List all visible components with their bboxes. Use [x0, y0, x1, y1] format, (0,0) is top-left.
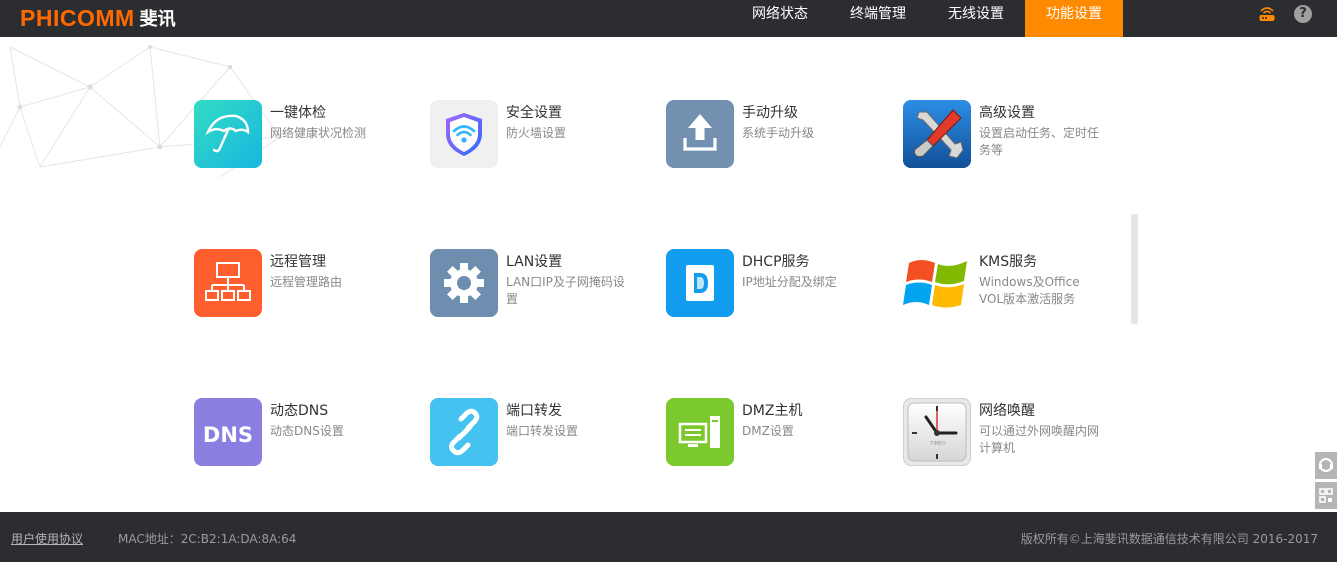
tile-desc: 动态DNS设置 [270, 424, 344, 438]
network-tree-icon [194, 249, 262, 317]
tile-one-click-checkup[interactable]: 一键体检 网络健康状况检测 [194, 100, 414, 190]
tile-title: 高级设置 [979, 105, 1035, 121]
tile-lan-settings[interactable]: LAN设置 LAN口IP及子网掩码设置 [430, 249, 650, 339]
router-icon[interactable] [1258, 5, 1276, 23]
brand-logo-cn: 斐讯 [139, 9, 176, 30]
tile-title: DMZ主机 [742, 403, 803, 419]
tile-title: 手动升级 [742, 105, 798, 121]
tile-title: 安全设置 [506, 105, 562, 121]
tab-device-management[interactable]: 终端管理 [829, 0, 927, 37]
tile-desc: 设置启动任务、定时任务等 [979, 126, 1100, 157]
tools-icon [903, 100, 971, 168]
dhcp-icon [666, 249, 734, 317]
footer: 用户使用协议 MAC地址：2C:B2:1A:DA:8A:64 版权所有©上海斐讯… [0, 512, 1337, 562]
qr-code-icon[interactable] [1315, 482, 1337, 509]
shield-wifi-icon [430, 100, 498, 168]
tile-wake-on-lan[interactable]: TIMEX 网络唤醒 可以通过外网唤醒内网计算机 [903, 398, 1123, 488]
tile-title: 端口转发 [506, 403, 562, 419]
tile-title: KMS服务 [979, 254, 1038, 270]
windows-icon [903, 249, 971, 317]
tile-security-settings[interactable]: 安全设置 防火墙设置 [430, 100, 650, 190]
tile-desc: Windows及Office VOL版本激活服务 [979, 275, 1080, 306]
tile-dmz-host[interactable]: DMZ主机 DMZ设置 [666, 398, 886, 488]
brand-logo-text: PHICOMM [20, 4, 135, 31]
tile-title: 远程管理 [270, 254, 326, 270]
tab-function-settings[interactable]: 功能设置 [1025, 0, 1123, 37]
clock-icon: TIMEX [903, 398, 971, 466]
scrollbar-thumb[interactable] [1131, 214, 1138, 324]
tile-dynamic-dns[interactable]: DNS 动态DNS 动态DNS设置 [194, 398, 414, 488]
tile-port-forwarding[interactable]: 端口转发 端口转发设置 [430, 398, 650, 488]
top-icons: ? [1258, 5, 1312, 23]
tile-desc: 远程管理路由 [270, 275, 343, 289]
tile-title: LAN设置 [506, 254, 563, 270]
tile-manual-upgrade[interactable]: 手动升级 系统手动升级 [666, 100, 886, 190]
dns-icon: DNS [194, 398, 262, 466]
link-icon [430, 398, 498, 466]
tile-title: 网络唤醒 [979, 403, 1035, 419]
tab-network-status[interactable]: 网络状态 [731, 0, 829, 37]
tile-title: DHCP服务 [742, 254, 810, 270]
tile-desc: 可以通过外网唤醒内网计算机 [979, 424, 1100, 455]
tile-advanced-settings[interactable]: 高级设置 设置启动任务、定时任务等 [903, 100, 1123, 190]
main-nav: 网络状态 终端管理 无线设置 功能设置 [731, 0, 1123, 37]
gear-icon [430, 249, 498, 317]
help-icon[interactable]: ? [1294, 5, 1312, 23]
tile-remote-management[interactable]: 远程管理 远程管理路由 [194, 249, 414, 339]
copyright: 版权所有©上海斐讯数据通信技术有限公司 2016-2017 [1020, 532, 1318, 546]
umbrella-icon [194, 100, 262, 168]
svg-text:DNS: DNS [203, 423, 253, 447]
tile-kms-service[interactable]: KMS服务 Windows及Office VOL版本激活服务 [903, 249, 1123, 339]
tile-desc: DMZ设置 [742, 424, 794, 438]
tab-wireless-settings[interactable]: 无线设置 [927, 0, 1025, 37]
upload-icon [666, 100, 734, 168]
tile-desc: 端口转发设置 [506, 424, 579, 438]
user-agreement-link[interactable]: 用户使用协议 [11, 530, 83, 547]
logo[interactable]: PHICOMM 斐讯 [20, 3, 176, 33]
tile-desc: 系统手动升级 [742, 126, 815, 140]
tile-title: 动态DNS [270, 403, 329, 419]
tile-desc: 防火墙设置 [506, 126, 567, 140]
tile-desc: IP地址分配及绑定 [742, 275, 837, 289]
tile-desc: 网络健康状况检测 [270, 126, 367, 140]
tile-dhcp-service[interactable]: DHCP服务 IP地址分配及绑定 [666, 249, 886, 339]
customer-service-icon[interactable] [1315, 452, 1337, 479]
top-bar: PHICOMM 斐讯 网络状态 终端管理 无线设置 功能设置 ? [0, 0, 1337, 37]
svg-text:TIMEX: TIMEX [929, 441, 946, 447]
tile-desc: LAN口IP及子网掩码设置 [506, 275, 625, 306]
mac-address: MAC地址：2C:B2:1A:DA:8A:64 [118, 532, 297, 546]
tile-title: 一键体检 [270, 105, 326, 121]
computer-icon [666, 398, 734, 466]
